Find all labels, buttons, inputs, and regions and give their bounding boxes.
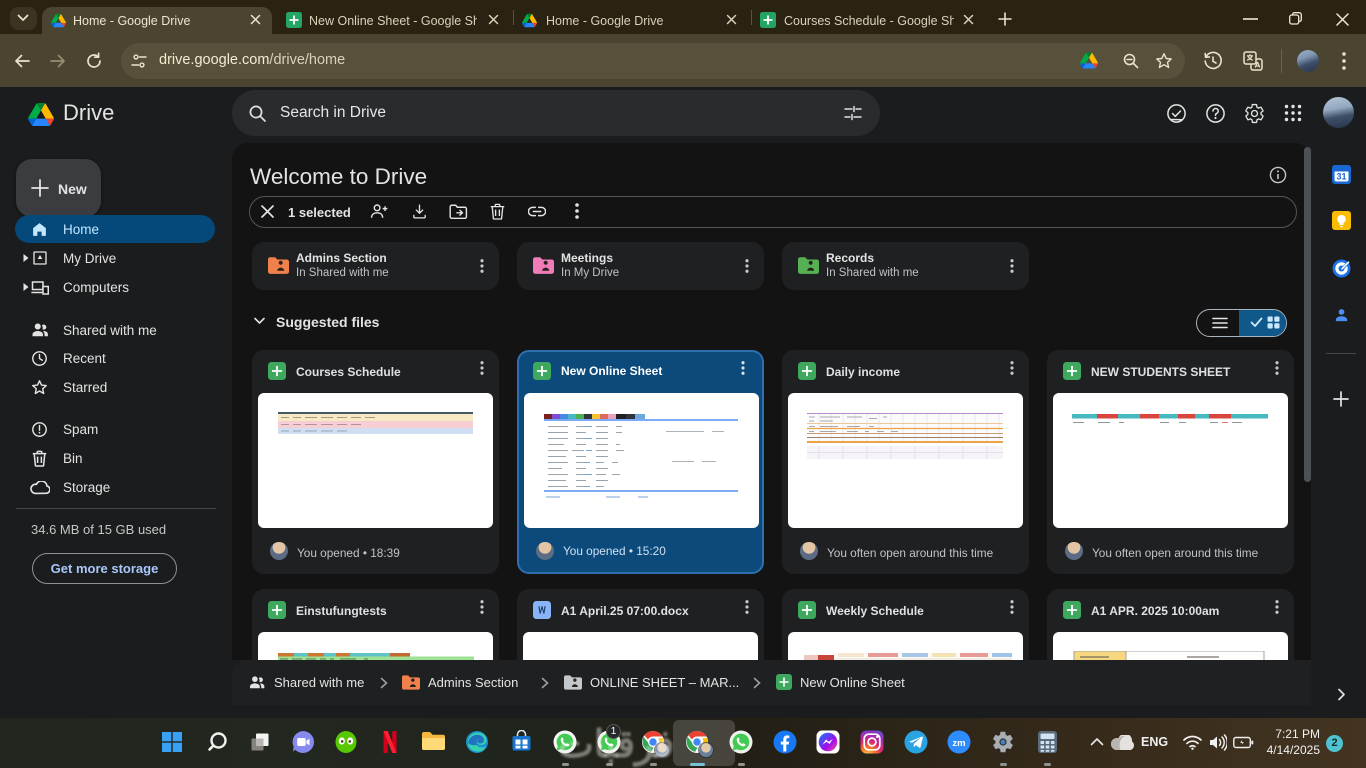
svg-text:31: 31	[1336, 172, 1346, 182]
svg-text:zm: zm	[952, 738, 965, 749]
